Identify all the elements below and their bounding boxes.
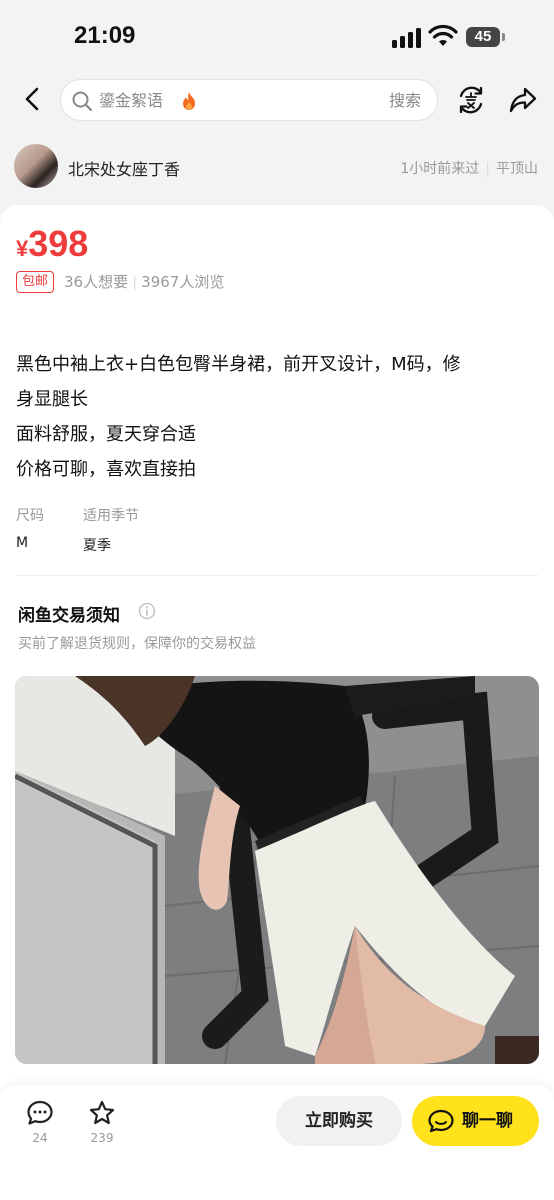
description-line: 面料舒服，夏天穿合适	[16, 424, 196, 445]
wants-count: 36人想要	[64, 273, 129, 291]
price-value: 398	[28, 223, 89, 264]
attr-value-size: M	[16, 535, 29, 551]
info-icon[interactable]	[138, 602, 156, 620]
price: ¥398	[16, 223, 88, 265]
description: 黑色中袖上衣+白色包臀半身裙，前开叉设计，M码，修 身显腿长 面料舒服，夏天穿合…	[16, 347, 528, 487]
notice-subtitle: 买前了解退货规则，保障你的交易权益	[18, 636, 256, 652]
fire-icon	[183, 92, 195, 110]
battery-tip	[502, 33, 505, 41]
attr-label-size: 尺码	[16, 508, 44, 524]
battery-icon: 45	[466, 27, 500, 47]
comment-icon	[27, 1100, 53, 1125]
bottom-bar: 24 239 立即购买 聊一聊	[0, 1085, 554, 1200]
signal-icon	[392, 28, 422, 48]
stats-divider: |	[132, 273, 138, 291]
meta-divider: |	[485, 161, 490, 177]
views-count: 3967人浏览	[141, 273, 225, 291]
sell-icon[interactable]	[456, 85, 486, 115]
description-line: 价格可聊，喜欢直接拍	[16, 459, 196, 480]
wifi-icon	[428, 24, 458, 46]
seller-last-seen: 1小时前来过	[400, 161, 480, 177]
chat-icon	[428, 1109, 454, 1133]
search-button[interactable]: 搜索	[389, 90, 421, 112]
seller-row[interactable]: 北宋处女座丁香 1小时前来过 | 平顶山	[0, 136, 554, 198]
back-icon[interactable]	[18, 84, 48, 114]
favorite-button[interactable]: 239	[82, 1099, 122, 1145]
comment-button[interactable]: 24	[20, 1099, 60, 1145]
status-time: 21:09	[74, 22, 136, 49]
seller-meta: 1小时前来过 | 平顶山	[400, 158, 538, 178]
search-bar[interactable]: 鎏金絮语 搜索	[60, 79, 438, 121]
currency-symbol: ¥	[16, 236, 29, 261]
listing-card: ¥398 包邮 36人想要 | 3967人浏览 黑色中袖上衣+白色包臀半身裙，前开叉…	[0, 205, 554, 1200]
search-input[interactable]: 鎏金絮语	[99, 90, 163, 112]
attr-value-season: 夏季	[83, 538, 111, 554]
avatar[interactable]	[14, 144, 58, 188]
free-shipping-badge: 包邮	[16, 271, 55, 293]
seller-location: 平顶山	[496, 161, 538, 177]
product-photo[interactable]	[15, 676, 539, 1064]
listing-stats: 36人想要 | 3967人浏览	[64, 272, 224, 292]
comment-count: 24	[32, 1131, 48, 1145]
favorite-count: 239	[90, 1131, 114, 1145]
divider	[16, 575, 538, 576]
description-line: 黑色中袖上衣+白色包臀半身裙，前开叉设计，M码，修	[16, 354, 461, 375]
description-line: 身显腿长	[16, 389, 88, 410]
star-icon	[89, 1100, 115, 1125]
nav-bar: 鎏金絮语 搜索	[0, 70, 554, 130]
chat-label: 聊一聊	[462, 1111, 513, 1131]
notice-title[interactable]: 闲鱼交易须知	[18, 601, 120, 626]
seller-name[interactable]: 北宋处女座丁香	[68, 156, 180, 180]
buy-now-button[interactable]: 立即购买	[276, 1096, 402, 1146]
attr-label-season: 适用季节	[83, 508, 139, 524]
chat-button[interactable]: 聊一聊	[412, 1096, 539, 1146]
search-icon	[72, 91, 93, 112]
status-bar: 21:09 45	[0, 0, 554, 70]
share-icon[interactable]	[508, 85, 538, 115]
